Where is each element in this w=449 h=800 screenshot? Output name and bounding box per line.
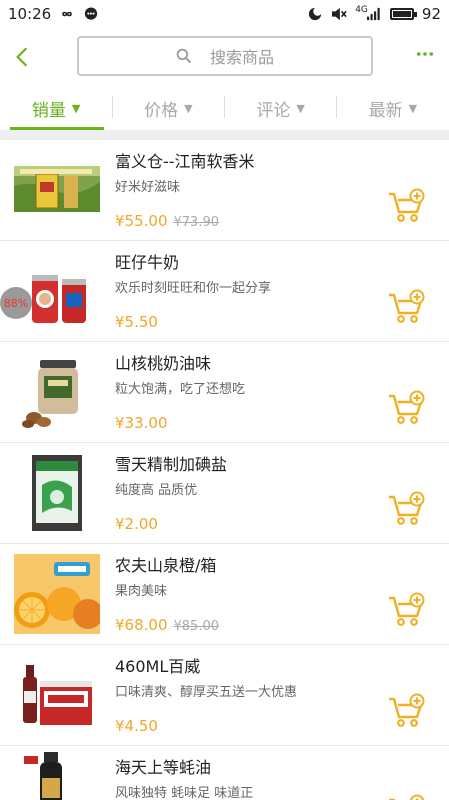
tab-divider: [224, 96, 225, 118]
network-type: 4G: [355, 4, 368, 15]
add-to-cart-icon[interactable]: [387, 794, 425, 800]
more-button[interactable]: [411, 44, 439, 64]
product-info: 山核桃奶油味 粒大饱满，吃了还想吃: [115, 350, 379, 397]
product-price: ¥4.50: [115, 717, 158, 735]
list-item[interactable]: 雪天精制加碘盐 纯度高 品质优 ¥2.00: [0, 443, 449, 544]
price-row: ¥5.50: [115, 313, 158, 331]
product-subtitle: 欢乐时刻旺旺和你一起分享: [115, 281, 272, 296]
status-bar: 10:26 4G 92: [0, 0, 449, 28]
signal-icon: [366, 7, 380, 21]
price-row: ¥4.50: [115, 717, 158, 735]
product-title: 460ML百威: [115, 657, 201, 676]
salt-bag-image: [32, 455, 82, 531]
product-info: 旺仔牛奶 欢乐时刻旺旺和你一起分享: [115, 249, 379, 296]
section-divider: [0, 130, 449, 140]
mute-icon: [332, 7, 347, 21]
add-to-cart-icon[interactable]: [387, 289, 425, 325]
chat-bubble-icon: [85, 7, 98, 20]
product-price: ¥5.50: [115, 313, 158, 331]
price-row: ¥2.00: [115, 515, 158, 533]
tab-divider: [336, 96, 337, 118]
search-input[interactable]: 搜索商品: [77, 36, 373, 76]
tab-divider: [112, 96, 113, 118]
list-item[interactable]: 460ML百威 口味清爽、醇厚买五送一大优惠 ¥4.50: [0, 645, 449, 746]
tab-reviews[interactable]: 评论 ▼: [225, 86, 337, 130]
product-price: ¥33.00: [115, 414, 168, 432]
moon-icon: [309, 7, 323, 21]
product-image-rice[interactable]: [14, 152, 100, 228]
oyster-sauce-bottle-image: [24, 752, 62, 800]
list-item[interactable]: 山核桃奶油味 粒大饱满，吃了还想吃 ¥33.00: [0, 342, 449, 443]
product-title: 农夫山泉橙/箱: [115, 556, 217, 575]
list-item[interactable]: 88% 旺仔牛奶 欢乐时刻旺旺和你一起分享 ¥5.50: [0, 241, 449, 342]
beer-case-image: [23, 665, 92, 725]
product-subtitle: 好米好滋味: [115, 180, 181, 195]
product-title: 雪天精制加碘盐: [115, 455, 228, 474]
original-price: ¥85.00: [173, 619, 220, 634]
header: 搜索商品: [0, 28, 449, 86]
search-icon: [176, 48, 192, 64]
active-tab-indicator: [10, 127, 104, 130]
discount-badge: 88%: [0, 287, 32, 319]
product-subtitle: 风味独特 蚝味足 味道正: [115, 786, 254, 800]
caret-down-icon: ▼: [184, 101, 193, 115]
tab-price[interactable]: 价格 ▼: [112, 86, 224, 130]
add-to-cart-icon[interactable]: [387, 491, 425, 527]
product-subtitle: 纯度高 品质优: [115, 483, 198, 498]
product-price: ¥2.00: [115, 515, 158, 533]
list-item[interactable]: 海天上等蚝油 风味独特 蚝味足 味道正: [0, 746, 449, 800]
status-time: 10:26: [8, 5, 52, 23]
product-list: 富义仓--江南软香米 好米好滋味 ¥55.00 ¥73.90 88% 旺仔牛奶 …: [0, 140, 449, 800]
product-info: 雪天精制加碘盐 纯度高 品质优: [115, 451, 379, 498]
product-image-oranges[interactable]: [14, 554, 100, 634]
rice-bag-image: [14, 166, 100, 212]
price-row: ¥33.00: [115, 414, 168, 432]
tab-label: 销量: [31, 100, 66, 121]
product-info: 富义仓--江南软香米 好米好滋味: [115, 148, 379, 195]
original-price: ¥73.90: [173, 215, 220, 230]
product-title: 海天上等蚝油: [115, 758, 212, 777]
product-title: 旺仔牛奶: [115, 253, 180, 272]
list-item[interactable]: 农夫山泉橙/箱 果肉美味 ¥68.00 ¥85.00: [0, 544, 449, 645]
product-image-salt[interactable]: [14, 455, 100, 531]
product-image-oyster-sauce[interactable]: [14, 752, 100, 800]
product-subtitle: 粒大饱满，吃了还想吃: [115, 382, 246, 397]
walnut-jar-image: [22, 360, 78, 428]
product-price: ¥55.00: [115, 212, 168, 230]
product-price: ¥68.00: [115, 616, 168, 634]
price-row: ¥55.00 ¥73.90: [115, 212, 219, 230]
product-title: 山核桃奶油味: [115, 354, 212, 373]
tab-label: 价格: [144, 100, 179, 121]
tab-sales[interactable]: 销量 ▼: [0, 86, 112, 130]
product-title: 富义仓--江南软香米: [115, 152, 255, 171]
back-button[interactable]: [0, 28, 44, 86]
product-info: 海天上等蚝油 风味独特 蚝味足 味道正: [115, 754, 379, 800]
infinity-icon: [62, 11, 73, 17]
tab-label: 评论: [256, 100, 291, 121]
search-placeholder: 搜索商品: [209, 48, 274, 67]
product-image-beer[interactable]: [14, 657, 100, 733]
add-to-cart-icon[interactable]: [387, 390, 425, 426]
battery-level: 92: [421, 5, 441, 23]
product-subtitle: 果肉美味: [115, 584, 168, 599]
caret-down-icon: ▼: [71, 101, 81, 115]
list-item[interactable]: 富义仓--江南软香米 好米好滋味 ¥55.00 ¥73.90: [0, 140, 449, 241]
price-row: ¥68.00 ¥85.00: [115, 616, 219, 634]
product-subtitle: 口味清爽、醇厚买五送一大优惠: [115, 685, 298, 700]
tab-label: 最新: [368, 100, 403, 121]
add-to-cart-icon[interactable]: [387, 592, 425, 628]
battery-icon: [389, 8, 417, 20]
add-to-cart-icon[interactable]: [387, 693, 425, 729]
product-info: 农夫山泉橙/箱 果肉美味: [115, 552, 379, 599]
sort-tabs: 销量 ▼ 价格 ▼ 评论 ▼ 最新 ▼: [0, 86, 449, 130]
product-image-walnuts[interactable]: [14, 354, 100, 430]
add-to-cart-icon[interactable]: [387, 188, 425, 224]
more-dots-icon: [416, 52, 434, 56]
tab-newest[interactable]: 最新 ▼: [337, 86, 449, 130]
chevron-left-icon: [16, 47, 28, 67]
caret-down-icon: ▼: [408, 101, 418, 115]
product-info: 460ML百威 口味清爽、醇厚买五送一大优惠: [115, 653, 379, 700]
caret-down-icon: ▼: [296, 101, 305, 115]
oranges-image: [14, 554, 100, 634]
